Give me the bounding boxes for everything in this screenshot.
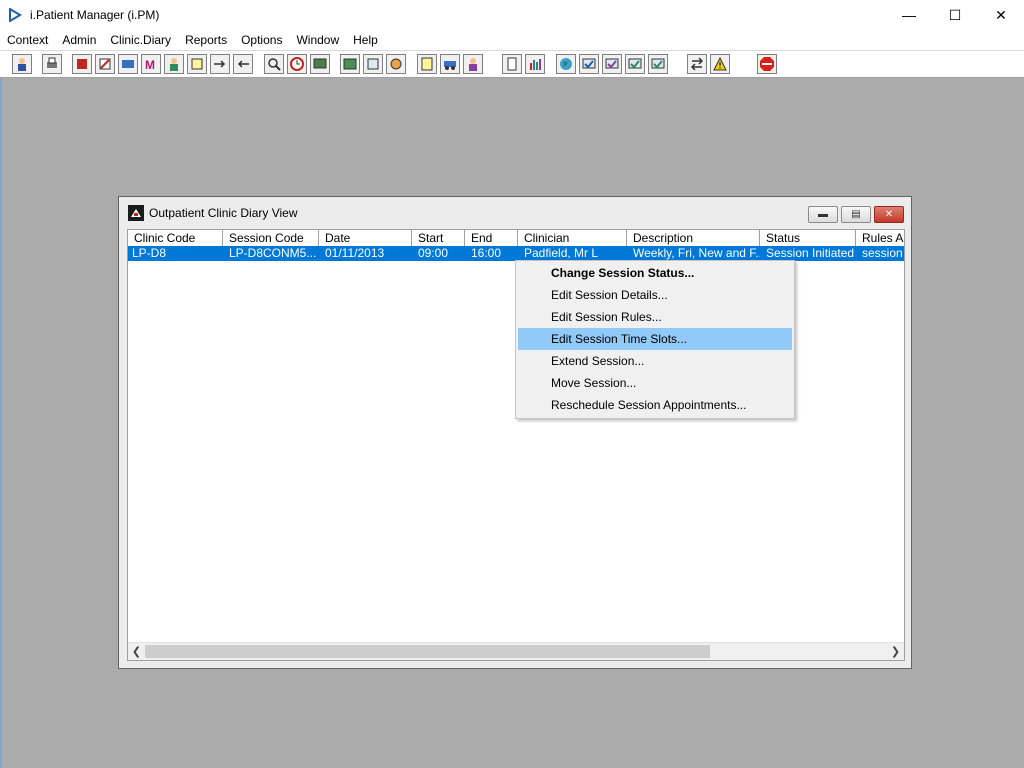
exit-icon[interactable] — [757, 54, 777, 74]
book-icon[interactable] — [72, 54, 92, 74]
scroll-right-icon[interactable]: ❯ — [887, 643, 904, 660]
cell-start: 09:00 — [418, 246, 449, 260]
person-icon[interactable] — [463, 54, 483, 74]
patient-icon[interactable] — [12, 54, 32, 74]
maximize-icon: ☐ — [948, 6, 962, 23]
menu-help[interactable]: Help — [346, 30, 385, 50]
chart-icon[interactable] — [525, 54, 545, 74]
child-title-bar[interactable]: Outpatient Clinic Diary View ▬ ▤ ✕ — [119, 197, 911, 229]
form-icon[interactable] — [363, 54, 383, 74]
scroll-thumb[interactable] — [145, 645, 710, 658]
grid-header: Clinic Code Session Code Date Start End … — [128, 230, 904, 247]
table-row[interactable]: LP-D8 LP-D8CONM5... 01/11/2013 09:00 16:… — [128, 246, 904, 261]
minimize-icon: — — [902, 7, 916, 23]
cell-session-code: LP-D8CONM5... — [229, 246, 317, 260]
maximize-button[interactable]: ☐ — [932, 0, 978, 30]
app-title: i.Patient Manager (i.PM) — [30, 8, 160, 22]
menu-window[interactable]: Window — [289, 30, 346, 50]
search-icon[interactable] — [264, 54, 284, 74]
column-header-description[interactable]: Description — [627, 230, 760, 246]
child-minimize-button[interactable]: ▬ — [808, 206, 838, 223]
swap-icon[interactable] — [687, 54, 707, 74]
column-header-status[interactable]: Status — [760, 230, 856, 246]
card-icon[interactable] — [118, 54, 138, 74]
app-logo-icon — [0, 0, 30, 30]
cell-description: Weekly, Fri, New and F... — [633, 246, 760, 260]
close-icon: ✕ — [995, 6, 1007, 23]
check4-icon[interactable] — [648, 54, 668, 74]
doctor-icon[interactable] — [164, 54, 184, 74]
column-header-clinician[interactable]: Clinician — [518, 230, 627, 246]
photo-icon[interactable] — [340, 54, 360, 74]
check-icon[interactable] — [579, 54, 599, 74]
close-icon: ✕ — [884, 209, 894, 220]
scroll-left-icon[interactable]: ❮ — [128, 643, 145, 660]
column-header-end[interactable]: End — [465, 230, 518, 246]
cell-status: Session Initiated — [766, 246, 855, 260]
svg-text:M: M — [145, 58, 155, 71]
clinic-diary-icon — [128, 205, 144, 221]
toolbar: M — [0, 50, 1024, 78]
close-button[interactable]: ✕ — [978, 0, 1024, 30]
warning-icon[interactable] — [710, 54, 730, 74]
menu-item-move-session[interactable]: Move Session... — [518, 372, 792, 394]
m-icon[interactable]: M — [141, 54, 161, 74]
clock-icon[interactable] — [287, 54, 307, 74]
column-header-rules[interactable]: Rules Ap — [856, 230, 904, 246]
menu-item-edit-session-time-slots[interactable]: Edit Session Time Slots... — [518, 328, 792, 350]
arrow-icon[interactable] — [210, 54, 230, 74]
check3-icon[interactable] — [625, 54, 645, 74]
menu-reports[interactable]: Reports — [178, 30, 234, 50]
menu-bar: Context Admin Clinic.Diary Reports Optio… — [0, 30, 1024, 50]
column-header-session-code[interactable]: Session Code — [223, 230, 319, 246]
minimize-icon: ▬ — [818, 209, 828, 220]
cell-clinic-code: LP-D8 — [132, 246, 167, 260]
cell-date: 01/11/2013 — [325, 246, 385, 260]
check2-icon[interactable] — [602, 54, 622, 74]
edit-icon[interactable] — [95, 54, 115, 74]
minimize-button[interactable]: — — [886, 0, 932, 30]
column-header-clinic-code[interactable]: Clinic Code — [128, 230, 223, 246]
dial-icon[interactable] — [386, 54, 406, 74]
menu-item-extend-session[interactable]: Extend Session... — [518, 350, 792, 372]
cell-clinician: Padfield, Mr L — [524, 246, 599, 260]
printer-icon[interactable] — [42, 54, 62, 74]
menu-admin[interactable]: Admin — [55, 30, 103, 50]
menu-options[interactable]: Options — [234, 30, 289, 50]
horizontal-scrollbar[interactable]: ❮ ❯ — [128, 642, 904, 660]
globe-icon[interactable] — [556, 54, 576, 74]
menu-clinic-diary[interactable]: Clinic.Diary — [103, 30, 178, 50]
menu-item-edit-session-details[interactable]: Edit Session Details... — [518, 284, 792, 306]
cell-rules: session — [862, 246, 903, 260]
menu-context[interactable]: Context — [0, 30, 55, 50]
menu-item-reschedule-appointments[interactable]: Reschedule Session Appointments... — [518, 394, 792, 416]
menu-item-edit-session-rules[interactable]: Edit Session Rules... — [518, 306, 792, 328]
child-title: Outpatient Clinic Diary View — [149, 206, 298, 220]
title-bar: i.Patient Manager (i.PM) — ☐ ✕ — [0, 0, 1024, 30]
child-close-button[interactable]: ✕ — [874, 206, 904, 223]
context-menu: Change Session Status... Edit Session De… — [515, 260, 795, 419]
ambulance-icon[interactable] — [440, 54, 460, 74]
doc-yellow-icon[interactable] — [417, 54, 437, 74]
note-icon[interactable] — [187, 54, 207, 74]
restore-icon: ▤ — [851, 209, 861, 220]
page-icon[interactable] — [502, 54, 522, 74]
screen-icon[interactable] — [310, 54, 330, 74]
column-header-date[interactable]: Date — [319, 230, 412, 246]
arrow2-icon[interactable] — [233, 54, 253, 74]
cell-end: 16:00 — [471, 246, 502, 260]
desktop-left-edge — [0, 78, 2, 768]
menu-item-change-session-status[interactable]: Change Session Status... — [518, 262, 792, 284]
column-header-start[interactable]: Start — [412, 230, 465, 246]
child-restore-button[interactable]: ▤ — [841, 206, 871, 223]
